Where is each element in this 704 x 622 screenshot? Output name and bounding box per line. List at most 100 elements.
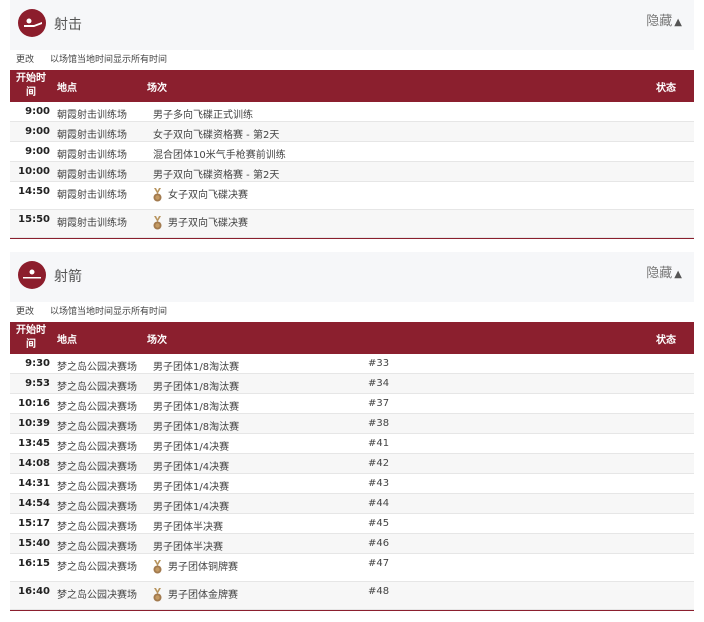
start-time: 9:00 [25, 106, 50, 117]
start-time: 15:40 [18, 538, 50, 549]
table-row[interactable]: 16:40 梦之岛公园决赛场 男子团体金牌赛 #48 [10, 582, 694, 610]
venue: 朝霞射击训练场 [57, 218, 127, 229]
timezone-note: 以场馆当地时间显示所有时间 [50, 55, 168, 65]
event: 男子团体1/8淘汰赛 [153, 418, 239, 433]
match-number: #46 [368, 538, 390, 549]
event-name: 男子多向飞碟正式训练 [153, 110, 253, 121]
event: 男子双向飞碟资格赛 - 第2天 [153, 166, 279, 181]
table-row[interactable]: 13:45 梦之岛公园决赛场 男子团体1/4决赛 #41 [10, 434, 694, 454]
venue: 梦之岛公园决赛场 [57, 442, 137, 453]
event-name: 男子团体1/4决赛 [153, 482, 230, 493]
event: 男子双向飞碟决赛 [147, 214, 248, 230]
table-row[interactable]: 10:39 梦之岛公园决赛场 男子团体1/8淘汰赛 #38 [10, 414, 694, 434]
event: 男子团体1/8淘汰赛 [153, 378, 239, 393]
divider [10, 610, 694, 611]
table-header: 开始时间 地点 场次 状态 [10, 70, 694, 102]
archery-icon [18, 261, 46, 289]
table-row[interactable]: 14:50 朝霞射击训练场 女子双向飞碟决赛 [10, 182, 694, 210]
event-name: 男子团体1/8淘汰赛 [153, 382, 240, 393]
table-row[interactable]: 10:16 梦之岛公园决赛场 男子团体1/8淘汰赛 #37 [10, 394, 694, 414]
medal-icon [153, 216, 162, 230]
table-row[interactable]: 15:40 梦之岛公园决赛场 男子团体半决赛 #46 [10, 534, 694, 554]
start-time: 14:08 [18, 458, 50, 469]
venue: 梦之岛公园决赛场 [57, 422, 137, 433]
timezone-bar: 更改 以场馆当地时间显示所有时间 [10, 302, 694, 322]
event-name: 男子团体1/8淘汰赛 [153, 362, 240, 373]
table-row[interactable]: 15:17 梦之岛公园决赛场 男子团体半决赛 #45 [10, 514, 694, 534]
start-time: 15:17 [18, 518, 50, 529]
venue: 梦之岛公园决赛场 [57, 502, 137, 513]
event: 男子团体铜牌赛 [147, 558, 238, 574]
event-name: 男子团体半决赛 [153, 542, 223, 553]
event-name: 男子团体1/4决赛 [153, 442, 230, 453]
event: 混合团体10米气手枪赛前训练 [153, 146, 286, 161]
medal-icon [153, 588, 162, 602]
venue: 朝霞射击训练场 [57, 130, 127, 141]
table-row[interactable]: 9:00 朝霞射击训练场 女子双向飞碟资格赛 - 第2天 [10, 122, 694, 142]
event-name: 男子团体铜牌赛 [168, 562, 238, 573]
hide-label: 隐藏 [646, 14, 673, 29]
table-row[interactable]: 15:50 朝霞射击训练场 男子双向飞碟决赛 [10, 210, 694, 238]
header-time: 开始时间 [16, 73, 46, 98]
table-row[interactable]: 10:00 朝霞射击训练场 男子双向飞碟资格赛 - 第2天 [10, 162, 694, 182]
hide-label: 隐藏 [646, 266, 673, 281]
section-header: 射箭 隐藏 ▲ [10, 252, 694, 302]
table-row[interactable]: 9:00 朝霞射击训练场 混合团体10米气手枪赛前训练 [10, 142, 694, 162]
change-timezone-link[interactable]: 更改 [16, 55, 34, 65]
medal-icon [153, 560, 162, 574]
venue: 梦之岛公园决赛场 [57, 462, 137, 473]
event: 女子双向飞碟决赛 [147, 186, 248, 202]
section-header: 射击 隐藏 ▲ [10, 0, 694, 50]
hide-toggle-button[interactable]: 隐藏 ▲ [646, 262, 682, 281]
match-number: #34 [368, 378, 390, 389]
table-row[interactable]: 14:31 梦之岛公园决赛场 男子团体1/4决赛 #43 [10, 474, 694, 494]
chevron-up-icon: ▲ [674, 269, 682, 280]
hide-toggle-button[interactable]: 隐藏 ▲ [646, 10, 682, 29]
table-row[interactable]: 9:30 梦之岛公园决赛场 男子团体1/8淘汰赛 #33 [10, 354, 694, 374]
match-number: #38 [368, 418, 390, 429]
start-time: 14:54 [18, 498, 50, 509]
start-time: 14:50 [18, 186, 50, 197]
event: 男子团体1/8淘汰赛 [153, 358, 239, 373]
venue: 梦之岛公园决赛场 [57, 362, 137, 373]
timezone-bar: 更改 以场馆当地时间显示所有时间 [10, 50, 694, 70]
event: 男子团体1/4决赛 [153, 478, 229, 493]
header-event: 场次 [147, 335, 167, 346]
table-row[interactable]: 14:54 梦之岛公园决赛场 男子团体1/4决赛 #44 [10, 494, 694, 514]
event-name: 男子双向飞碟决赛 [168, 218, 248, 229]
header-event: 场次 [147, 83, 167, 94]
event: 男子团体1/4决赛 [153, 458, 229, 473]
start-time: 15:50 [18, 214, 50, 225]
event-name: 男子团体1/4决赛 [153, 502, 230, 513]
table-row[interactable]: 14:08 梦之岛公园决赛场 男子团体1/4决赛 #42 [10, 454, 694, 474]
match-number: #47 [368, 558, 390, 569]
table-header: 开始时间 地点 场次 状态 [10, 322, 694, 354]
change-timezone-link[interactable]: 更改 [16, 307, 34, 317]
event: 男子团体半决赛 [153, 538, 223, 553]
table-row[interactable]: 9:53 梦之岛公园决赛场 男子团体1/8淘汰赛 #34 [10, 374, 694, 394]
event: 男子团体金牌赛 [147, 586, 238, 602]
section-shooting: 射击 隐藏 ▲ 更改 以场馆当地时间显示所有时间 开始时间 地点 场次 状态 9:0… [10, 0, 694, 239]
event-name: 男子团体半决赛 [153, 522, 223, 533]
event-name: 女子双向飞碟决赛 [168, 190, 248, 201]
event: 男子团体半决赛 [153, 518, 223, 533]
header-status: 状态 [656, 83, 676, 94]
start-time: 10:00 [18, 166, 50, 177]
chevron-up-icon: ▲ [674, 17, 682, 28]
header-time: 开始时间 [16, 325, 46, 350]
section-archery: 射箭 隐藏 ▲ 更改 以场馆当地时间显示所有时间 开始时间 地点 场次 状态 9:3… [10, 252, 694, 611]
match-number: #41 [368, 438, 390, 449]
venue: 梦之岛公园决赛场 [57, 402, 137, 413]
table-row[interactable]: 16:15 梦之岛公园决赛场 男子团体铜牌赛 #47 [10, 554, 694, 582]
event-name: 男子团体金牌赛 [168, 590, 238, 601]
event-name: 男子团体1/8淘汰赛 [153, 422, 240, 433]
start-time: 9:30 [25, 358, 50, 369]
timezone-note: 以场馆当地时间显示所有时间 [50, 307, 168, 317]
venue: 梦之岛公园决赛场 [57, 522, 137, 533]
venue: 梦之岛公园决赛场 [57, 590, 137, 601]
event: 男子团体1/4决赛 [153, 438, 229, 453]
venue: 朝霞射击训练场 [57, 150, 127, 161]
header-status: 状态 [656, 335, 676, 346]
table-row[interactable]: 9:00 朝霞射击训练场 男子多向飞碟正式训练 [10, 102, 694, 122]
venue: 梦之岛公园决赛场 [57, 382, 137, 393]
